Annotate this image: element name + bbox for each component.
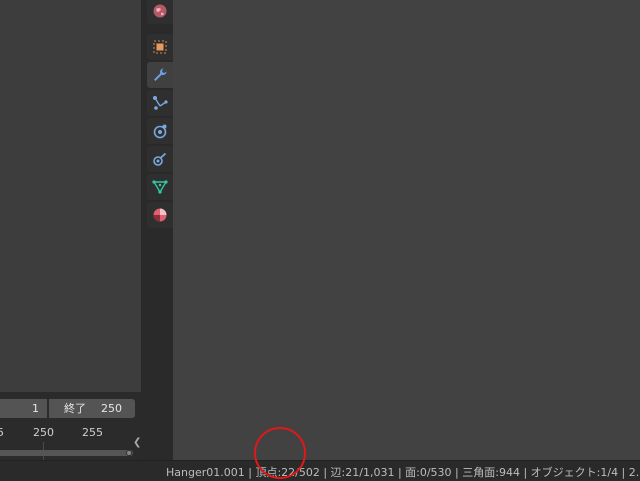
constraints-icon: [153, 152, 167, 166]
tab-constraints[interactable]: [147, 146, 173, 172]
tab-object[interactable]: [147, 34, 173, 60]
cursor-highlight: [254, 427, 306, 479]
tab-particles[interactable]: [147, 90, 173, 116]
timeline-editor[interactable]: 1 終了 250 5 250 255: [0, 394, 141, 460]
ruler-number: 250: [33, 426, 54, 439]
tab-physics[interactable]: [147, 118, 173, 144]
frame-end-label: 終了: [64, 402, 86, 415]
left-editor-area[interactable]: [0, 0, 141, 392]
scrollbar-handle[interactable]: [126, 450, 132, 456]
object-icon: [153, 40, 167, 54]
ruler-number: 5: [0, 426, 4, 439]
scene-statistics: Hanger01.001 | 頂点:22/502 | 辺:21/1,031 | …: [166, 466, 640, 479]
frame-end-value: 250: [101, 402, 122, 415]
physics-icon: [153, 124, 167, 139]
frame-start-field[interactable]: 1: [0, 399, 47, 418]
particles-icon: [153, 96, 168, 110]
properties-tab-bar: [141, 0, 173, 460]
tab-material[interactable]: [147, 202, 173, 228]
frame-end-field[interactable]: 終了 250: [49, 399, 135, 418]
status-bar: Hanger01.001 | 頂点:22/502 | 辺:21/1,031 | …: [0, 460, 640, 481]
frame-start-value: 1: [32, 402, 39, 415]
timeline-scrollbar[interactable]: [0, 450, 133, 456]
ruler-number: 255: [82, 426, 103, 439]
wrench-icon: [154, 68, 167, 81]
3d-viewport[interactable]: [173, 0, 640, 460]
object-data-icon: [152, 180, 168, 194]
tab-modifiers[interactable]: [147, 62, 173, 88]
world-icon: [153, 4, 167, 18]
tab-object-data[interactable]: [147, 174, 173, 200]
tab-world[interactable]: [147, 0, 173, 24]
material-icon: [153, 208, 167, 222]
